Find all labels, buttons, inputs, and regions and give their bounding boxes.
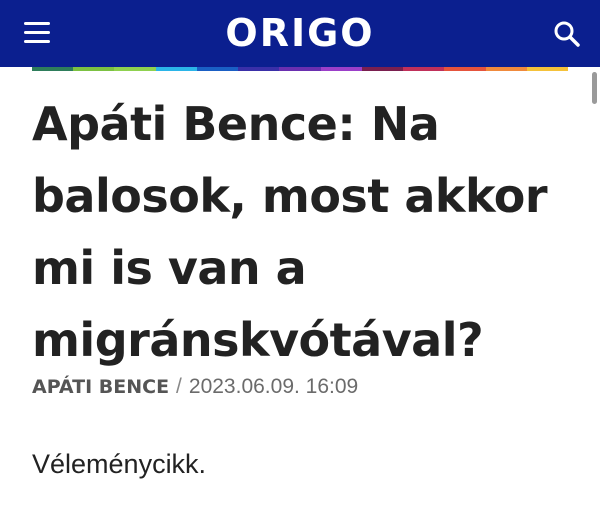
- color-strip-segment: [155, 67, 197, 71]
- color-strip-segment: [444, 67, 486, 71]
- page-scrollbar[interactable]: [592, 72, 597, 104]
- color-strip-segment: [32, 67, 74, 71]
- color-strip-segment: [485, 67, 527, 71]
- color-strip-segment: [361, 67, 404, 71]
- author-link[interactable]: APÁTI BENCE: [32, 376, 169, 398]
- search-icon[interactable]: [552, 19, 582, 49]
- article-meta: APÁTI BENCE / 2023.06.09. 16:09: [32, 374, 358, 400]
- top-navigation-bar: ORIGO: [0, 0, 600, 67]
- color-strip-segment: [403, 67, 445, 71]
- site-logo[interactable]: ORIGO: [0, 10, 600, 56]
- color-strip-segment: [320, 67, 362, 71]
- color-strip-segment: [238, 67, 280, 71]
- color-strip-segment: [196, 67, 239, 71]
- color-strip-segment: [526, 67, 569, 71]
- publish-date: 2023.06.09. 16:09: [188, 375, 359, 398]
- color-strip-segment: [114, 67, 156, 71]
- category-color-strip: [32, 67, 569, 71]
- meta-separator: /: [176, 375, 182, 398]
- color-strip-segment: [279, 67, 321, 71]
- article-lead: Véleménycikk.: [32, 449, 207, 479]
- article-title: Apáti Bence: Na balosok, most akkor mi i…: [32, 97, 548, 367]
- color-strip-segment: [73, 67, 115, 71]
